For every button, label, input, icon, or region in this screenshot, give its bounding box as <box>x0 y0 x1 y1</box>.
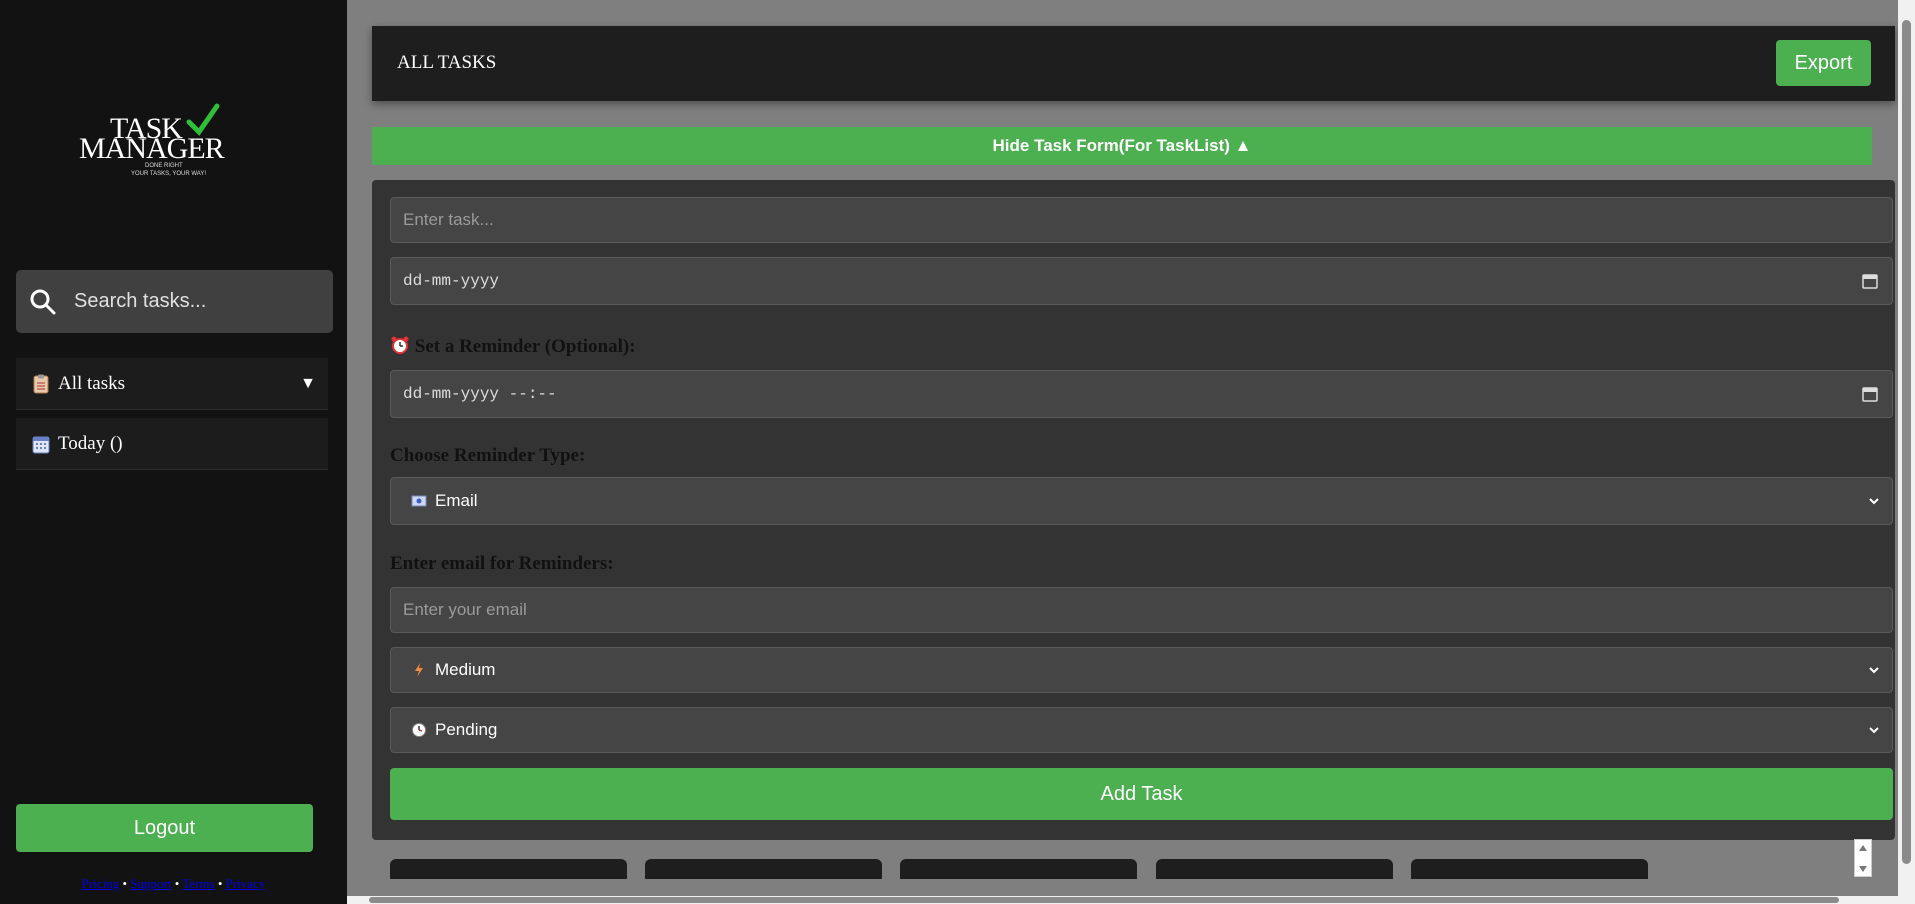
clock-icon <box>412 723 426 737</box>
alarm-clock-icon <box>391 336 409 354</box>
priority-value: Medium <box>435 660 496 679</box>
add-task-button[interactable]: Add Task <box>390 768 1893 820</box>
task-form: Enter task... dd-mm-yyyy Set a Reminder … <box>372 180 1895 840</box>
search-input[interactable] <box>74 290 324 313</box>
vertical-scrollbar[interactable] <box>1898 0 1915 904</box>
reminder-datetime-field[interactable]: dd-mm-yyyy --:-- <box>390 370 1893 418</box>
sidebar-item-today[interactable]: Today () <box>16 418 328 470</box>
reminder-type-value: Email <box>435 491 478 510</box>
terms-link[interactable]: Terms <box>182 876 214 891</box>
status-select[interactable]: Pending <box>390 707 1893 753</box>
hide-task-form-toggle[interactable]: Hide Task Form(For TaskList) ▲ <box>372 127 1872 165</box>
scroll-down-icon[interactable] <box>1855 861 1871 877</box>
due-date-value: dd-mm-yyyy <box>403 272 500 290</box>
privacy-link[interactable]: Privacy <box>226 876 266 891</box>
email-input[interactable]: Enter your email <box>390 587 1893 633</box>
sidebar-item-all-tasks[interactable]: All tasks ▼ <box>16 358 328 410</box>
card-list-scrollbar[interactable] <box>1854 839 1872 877</box>
sidebar-item-label: Today () <box>58 432 123 454</box>
task-card[interactable] <box>1411 859 1648 879</box>
chevron-down-icon <box>1869 498 1879 505</box>
scrollbar-thumb[interactable] <box>369 897 1839 903</box>
email-placeholder: Enter your email <box>403 600 527 619</box>
support-link[interactable]: Support <box>130 876 171 891</box>
task-card[interactable] <box>1156 859 1393 879</box>
footer-separator: • <box>122 876 128 891</box>
status-value: Pending <box>435 720 498 739</box>
page-title: ALL TASKS <box>397 52 497 73</box>
logo-line2: MANAGER <box>79 132 225 165</box>
reminder-label: Set a Reminder (Optional): <box>390 335 636 358</box>
task-card[interactable] <box>390 859 627 879</box>
footer-separator: • <box>174 876 180 891</box>
logo-tagline1: DONE RIGHT <box>145 163 183 169</box>
search-icon <box>30 289 56 314</box>
sidebar: TASK MANAGER DONE RIGHT YOUR TASKS, YOUR… <box>0 0 347 904</box>
calendar-picker-icon[interactable] <box>1862 273 1878 289</box>
calendar-picker-icon[interactable] <box>1862 386 1878 402</box>
sidebar-item-label: All tasks <box>58 372 126 394</box>
task-placeholder: Enter task... <box>403 210 494 229</box>
reminder-datetime-value: dd-mm-yyyy --:-- <box>403 385 557 403</box>
clipboard-icon <box>33 374 49 393</box>
app-logo: TASK MANAGER DONE RIGHT YOUR TASKS, YOUR… <box>75 100 245 190</box>
task-card[interactable] <box>900 859 1137 879</box>
pricing-link[interactable]: Pricing <box>82 876 120 891</box>
scrollbar-thumb[interactable] <box>1902 20 1911 864</box>
reminder-type-select[interactable]: Email <box>390 477 1893 525</box>
search-box[interactable] <box>16 270 333 333</box>
reminder-type-label: Choose Reminder Type: <box>390 445 586 466</box>
chevron-down-icon <box>1869 667 1879 674</box>
lightning-icon <box>415 663 423 677</box>
checkmark-icon <box>186 103 220 136</box>
logout-button[interactable]: Logout <box>16 804 313 852</box>
page-header: ALL TASKS Export <box>372 26 1895 101</box>
chevron-down-icon <box>1869 727 1879 734</box>
export-button[interactable]: Export <box>1776 40 1871 86</box>
logo-tagline2: YOUR TASKS, YOUR WAY! <box>131 171 207 177</box>
footer-separator: • <box>217 876 223 891</box>
horizontal-scrollbar[interactable] <box>347 896 1898 904</box>
scroll-up-icon[interactable] <box>1855 840 1871 856</box>
calendar-icon <box>32 436 50 453</box>
priority-select[interactable]: Medium <box>390 647 1893 693</box>
email-icon <box>411 495 427 507</box>
due-date-field[interactable]: dd-mm-yyyy <box>390 257 1893 305</box>
task-input[interactable]: Enter task... <box>390 197 1893 243</box>
email-label: Enter email for Reminders: <box>390 553 614 574</box>
task-card[interactable] <box>645 859 882 879</box>
caret-down-icon[interactable]: ▼ <box>300 375 316 393</box>
footer-links: Pricing • Support • Terms • Privacy <box>0 876 347 892</box>
reminder-label-text: Set a Reminder (Optional): <box>414 336 636 357</box>
